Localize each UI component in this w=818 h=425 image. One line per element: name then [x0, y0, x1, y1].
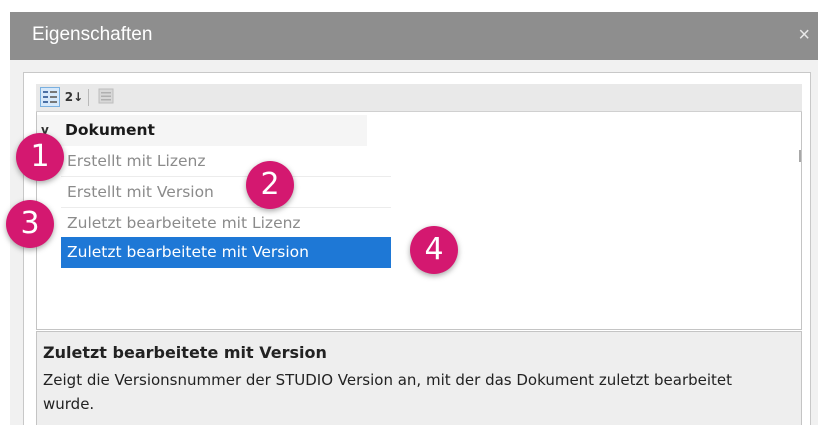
- description-panel: Zuletzt bearbeitete mit Version Zeigt di…: [36, 331, 802, 425]
- categorized-view-icon-graphic: [43, 91, 57, 103]
- property-pages-icon-graphic: [98, 88, 114, 104]
- property-row[interactable]: Erstellt mit Lizenz: [61, 146, 391, 177]
- property-name: Erstellt mit Lizenz: [67, 152, 206, 170]
- toolbar-separator: [88, 89, 89, 106]
- description-title: Zuletzt bearbeitete mit Version: [43, 343, 327, 362]
- property-name: Erstellt mit Version: [67, 183, 214, 201]
- callout-marker-2: 2: [246, 161, 294, 209]
- callout-marker-1: 1: [16, 133, 64, 181]
- description-text: Zeigt die Versionsnummer der STUDIO Vers…: [43, 371, 733, 413]
- property-grid: v Dokument Erstellt mit Lizenz Erstellt …: [36, 112, 802, 330]
- property-toolbar: 2↓: [36, 84, 802, 112]
- category-dokument[interactable]: v Dokument: [37, 115, 367, 146]
- category-label: Dokument: [65, 121, 155, 139]
- categorized-view-icon[interactable]: [40, 87, 60, 107]
- callout-marker-3: 3: [6, 200, 54, 248]
- property-row[interactable]: Erstellt mit Version: [61, 177, 391, 208]
- dialog-titlebar: Eigenschaften ×: [10, 12, 818, 60]
- property-name: Zuletzt bearbeitete mit Lizenz: [67, 214, 301, 232]
- property-row[interactable]: Zuletzt bearbeitete mit Lizenz: [61, 208, 391, 239]
- callout-marker-4: 4: [410, 226, 458, 274]
- property-pages-icon[interactable]: [96, 87, 116, 107]
- column-splitter[interactable]: [799, 150, 801, 162]
- dialog-title: Eigenschaften: [32, 24, 153, 45]
- sort-alphabetical-icon[interactable]: 2↓: [64, 87, 84, 107]
- close-icon[interactable]: ×: [798, 12, 810, 58]
- property-row-selected[interactable]: Zuletzt bearbeitete mit Version: [61, 237, 391, 268]
- property-name: Zuletzt bearbeitete mit Version: [67, 243, 309, 261]
